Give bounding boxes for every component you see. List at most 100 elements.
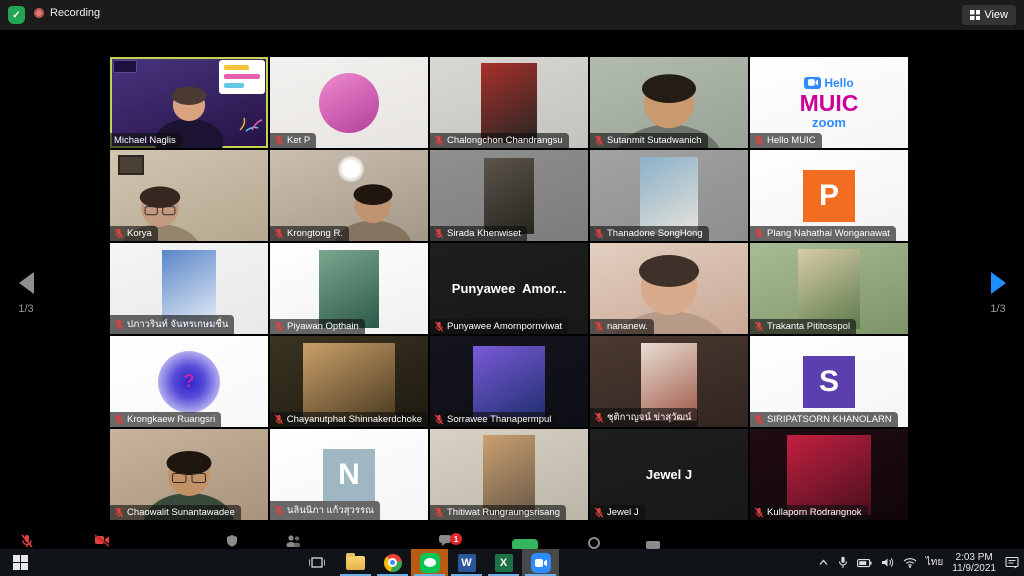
display-name-text: Punyawee Amor... bbox=[452, 281, 566, 296]
muted-mic-icon bbox=[114, 319, 124, 330]
participant-tile[interactable]: Trakanta Pititosspol bbox=[750, 243, 908, 334]
participant-tile[interactable]: Michael Naglis bbox=[110, 57, 268, 148]
participant-tile[interactable]: ชุติกาญจน์ ข่าสุวัฒน์ bbox=[590, 336, 748, 427]
logo-zoom-text: zoom bbox=[812, 116, 846, 129]
participant-gallery: Michael Naglis Ket P Chalongchon Chandra… bbox=[110, 57, 910, 520]
participant-name: Thitiwat Rungraungsrisang bbox=[447, 507, 560, 518]
avatar-blob: ? bbox=[158, 351, 220, 413]
participant-name-label: Sirada Khenwiset bbox=[430, 226, 527, 241]
tray-speaker-icon[interactable] bbox=[881, 557, 894, 568]
question-mark: ? bbox=[184, 371, 195, 392]
participant-name-label: Thanadone SongHong bbox=[590, 226, 709, 241]
file-explorer-icon bbox=[346, 556, 365, 570]
chrome-icon bbox=[384, 554, 402, 572]
participant-tile[interactable]: N นลินนิภา แก้วสุวรรณ bbox=[270, 429, 428, 520]
participant-photo bbox=[640, 157, 698, 235]
participant-tile[interactable]: nananew. bbox=[590, 243, 748, 334]
participant-tile[interactable]: ? Krongkaew Ruangsri bbox=[110, 336, 268, 427]
avatar-letter: P bbox=[803, 170, 855, 222]
taskbar-chrome[interactable] bbox=[374, 549, 411, 576]
participant-name: Kullaporn Rodrangnok bbox=[767, 507, 862, 518]
participant-name-label: Hello MUIC bbox=[750, 133, 822, 148]
participant-name-label: Thitiwat Rungraungsrisang bbox=[430, 505, 566, 520]
muted-mic-icon bbox=[434, 507, 444, 518]
start-button[interactable] bbox=[2, 549, 39, 576]
participant-tile[interactable]: Thitiwat Rungraungsrisang bbox=[430, 429, 588, 520]
muted-mic-icon bbox=[274, 505, 284, 516]
taskbar-file-explorer[interactable] bbox=[337, 549, 374, 576]
participant-tile[interactable]: Ket P bbox=[270, 57, 428, 148]
participant-name: Sutanmit Sutadwanich bbox=[607, 135, 702, 146]
stop-video-button-icon[interactable] bbox=[94, 534, 110, 547]
participant-name-label: Trakanta Pititosspol bbox=[750, 319, 856, 334]
participant-name: nananew. bbox=[607, 321, 648, 332]
participant-tile[interactable]: Kullaporn Rodrangnok bbox=[750, 429, 908, 520]
tray-battery-icon[interactable] bbox=[857, 558, 872, 568]
slide-logo bbox=[113, 60, 137, 73]
participant-name: Sorrawee Thanapermpul bbox=[447, 414, 551, 425]
participant-tile[interactable]: Korya bbox=[110, 150, 268, 241]
participant-photo bbox=[303, 343, 395, 421]
participant-photo bbox=[484, 158, 534, 234]
participant-tile[interactable]: P Plang Nahathai Wonganawat bbox=[750, 150, 908, 241]
participant-tile[interactable]: S SIRIPATSORN KHANOLARN bbox=[750, 336, 908, 427]
participant-tile[interactable]: Sutanmit Sutadwanich bbox=[590, 57, 748, 148]
participant-tile[interactable]: Chayanutphat Shinnakerdchoke bbox=[270, 336, 428, 427]
tray-microphone-icon[interactable] bbox=[838, 556, 848, 569]
participant-tile[interactable]: Sirada Khenwiset bbox=[430, 150, 588, 241]
security-button-icon[interactable] bbox=[226, 534, 238, 547]
muted-mic-icon bbox=[434, 228, 444, 239]
picture-frame bbox=[118, 155, 144, 175]
participant-tile[interactable]: Hello MUIC zoom Hello MUIC bbox=[750, 57, 908, 148]
taskbar-excel[interactable]: X bbox=[485, 549, 522, 576]
participant-tile[interactable]: Punyawee Amor... Punyawee Amornpornviwat bbox=[430, 243, 588, 334]
participant-name: Krongkaew Ruangsri bbox=[127, 414, 215, 425]
tray-chevron-icon[interactable] bbox=[818, 558, 829, 567]
muted-mic-icon bbox=[274, 414, 284, 425]
participant-name: Piyawan Opthain bbox=[287, 321, 359, 332]
view-button[interactable]: View bbox=[962, 5, 1016, 25]
tray-wifi-icon[interactable] bbox=[903, 557, 917, 568]
muted-mic-icon bbox=[594, 412, 604, 423]
reactions-button-icon[interactable] bbox=[646, 541, 660, 549]
participant-tile[interactable]: Chalongchon Chandrangsu bbox=[430, 57, 588, 148]
record-button-icon[interactable] bbox=[588, 537, 600, 549]
participant-tile[interactable]: Jewel J Jewel J bbox=[590, 429, 748, 520]
muted-mic-icon bbox=[114, 414, 124, 425]
participant-tile[interactable]: ปภาวรินท์ จันทรเกษมชื่น bbox=[110, 243, 268, 334]
mute-button-icon[interactable] bbox=[20, 534, 34, 548]
participant-tile[interactable]: Chaowalit Sunantawadee bbox=[110, 429, 268, 520]
participant-name-label: Michael Naglis bbox=[110, 133, 182, 148]
participant-photo bbox=[798, 249, 860, 329]
participant-name-label: ชุติกาญจน์ ข่าสุวัฒน์ bbox=[590, 408, 698, 427]
avatar-letter: N bbox=[323, 449, 375, 501]
participant-name: Michael Naglis bbox=[114, 135, 176, 146]
participant-name: Chayanutphat Shinnakerdchoke bbox=[287, 414, 422, 425]
gallery-next-button[interactable]: 1/3 bbox=[978, 272, 1018, 315]
muted-mic-icon bbox=[274, 321, 284, 332]
keyboard-language-indicator[interactable]: ไทย bbox=[926, 555, 943, 570]
taskbar-zoom[interactable] bbox=[522, 549, 559, 576]
muted-mic-icon bbox=[114, 228, 124, 239]
hello-muic-logo: Hello MUIC zoom bbox=[800, 76, 859, 129]
taskbar-word[interactable]: W bbox=[448, 549, 485, 576]
display-name-text: Jewel J bbox=[646, 467, 692, 482]
participants-button-icon[interactable] bbox=[286, 534, 300, 547]
participant-name: Hello MUIC bbox=[767, 135, 816, 146]
taskbar-line[interactable] bbox=[411, 549, 448, 576]
security-shield-icon[interactable]: ✓ bbox=[8, 6, 25, 24]
view-button-label: View bbox=[984, 9, 1008, 21]
participant-tile[interactable]: Krongtong R. bbox=[270, 150, 428, 241]
participant-tile[interactable]: Sorrawee Thanapermpul bbox=[430, 336, 588, 427]
task-view-button[interactable] bbox=[298, 549, 335, 576]
recording-label: Recording bbox=[50, 7, 100, 19]
gallery-prev-button[interactable]: 1/3 bbox=[6, 272, 46, 315]
page-indicator-right: 1/3 bbox=[978, 303, 1018, 315]
confetti-graphic bbox=[238, 114, 264, 132]
participant-photo bbox=[319, 73, 379, 133]
participant-tile[interactable]: Piyawan Opthain bbox=[270, 243, 428, 334]
participant-tile[interactable]: Thanadone SongHong bbox=[590, 150, 748, 241]
participant-name-label: Piyawan Opthain bbox=[270, 319, 365, 334]
action-center-icon[interactable] bbox=[1005, 556, 1020, 569]
tray-clock[interactable]: 2:03 PM 11/9/2021 bbox=[952, 552, 996, 574]
